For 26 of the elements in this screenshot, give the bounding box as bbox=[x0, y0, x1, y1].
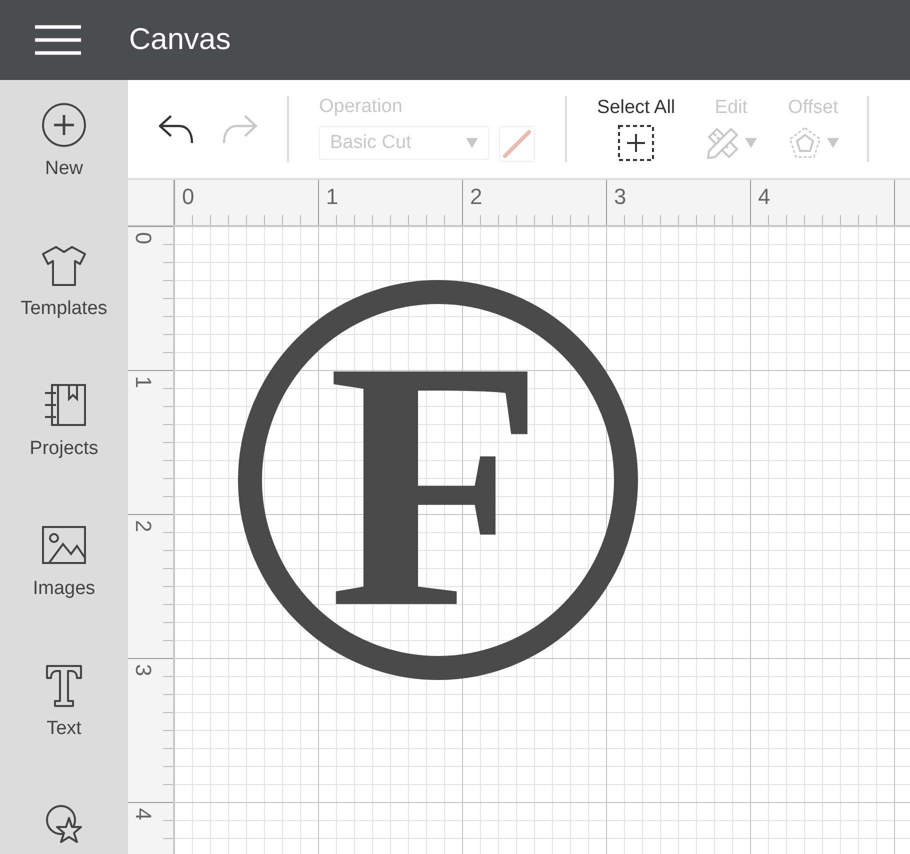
ruler-number: 4 bbox=[757, 183, 772, 211]
undo-button[interactable] bbox=[157, 113, 195, 145]
ruler-number: 3 bbox=[613, 183, 628, 211]
caret-icon bbox=[466, 138, 478, 148]
sidebar-item[interactable]: Templates bbox=[14, 220, 114, 360]
sidebar-item[interactable]: Images bbox=[26, 500, 102, 640]
sidebar-item[interactable]: Projects bbox=[24, 360, 104, 500]
menu-icon[interactable] bbox=[35, 25, 81, 55]
ruler-number: 0 bbox=[181, 183, 196, 211]
sidebar-item[interactable]: Text bbox=[35, 640, 93, 780]
ruler-number: 2 bbox=[469, 183, 484, 211]
ruler-number: 2 bbox=[130, 520, 156, 532]
ruler-number: 0 bbox=[130, 232, 156, 244]
app-title: Canvas bbox=[129, 23, 231, 57]
caret-icon bbox=[745, 138, 758, 148]
sidebar-icon bbox=[41, 102, 87, 148]
select-all-icon bbox=[618, 125, 654, 161]
sidebar-item[interactable]: New bbox=[35, 80, 93, 220]
line-color-swatch[interactable] bbox=[499, 126, 535, 162]
ruler-number: 3 bbox=[130, 664, 156, 676]
ruler-number: 1 bbox=[130, 376, 156, 388]
ruler-number: 4 bbox=[130, 808, 156, 820]
monogram-design[interactable]: F bbox=[174, 226, 910, 854]
ruler-number: 1 bbox=[325, 183, 340, 211]
select-all-button[interactable]: Select All bbox=[597, 97, 676, 161]
caret-icon bbox=[827, 138, 840, 148]
